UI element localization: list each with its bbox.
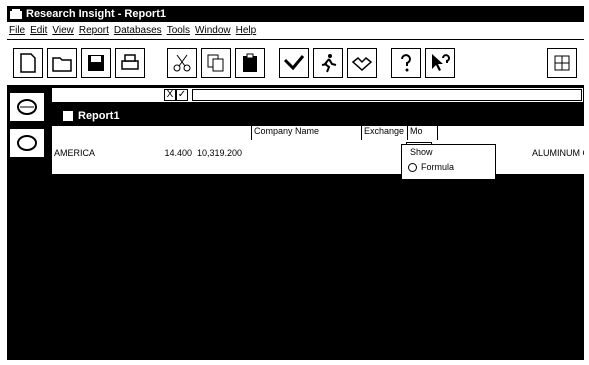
column-header-mo[interactable]: Mo (408, 126, 438, 140)
menu-bar: File Edit View Report Databases Tools Wi… (7, 22, 584, 39)
app-icon (10, 9, 22, 19)
title-bar: Research Insight - Report1 (7, 6, 584, 22)
new-button[interactable] (13, 48, 43, 78)
formula-bar: X ✓ (51, 87, 584, 103)
report-title: Report1 (78, 110, 120, 122)
new-document-icon (20, 53, 36, 73)
copy-button[interactable] (201, 48, 231, 78)
menu-tools[interactable]: Tools (167, 25, 190, 36)
show-options-panel: Show Formula (401, 144, 496, 180)
menu-databases[interactable]: Databases (114, 25, 162, 36)
window-title: Research Insight - Report1 (26, 8, 166, 20)
row-value-cell: 14.400 (164, 148, 192, 158)
checklist-icon (283, 55, 305, 71)
clipboard-icon (243, 53, 257, 72)
help-button[interactable] (391, 48, 421, 78)
formula-radio[interactable] (408, 163, 417, 172)
check-button[interactable] (279, 48, 309, 78)
report-tool-button[interactable] (9, 128, 45, 158)
formula-input[interactable] (192, 89, 582, 101)
print-button[interactable] (115, 48, 145, 78)
formula-cancel-button[interactable]: X (164, 89, 176, 101)
database-tool-button[interactable] (9, 92, 45, 122)
context-help-button[interactable] (425, 48, 455, 78)
menu-view[interactable]: View (52, 25, 74, 36)
menu-window[interactable]: Window (195, 25, 231, 36)
row-name-cell: AMERICA (54, 148, 96, 158)
database-icon (17, 99, 37, 115)
toolbar (7, 39, 584, 86)
paste-button[interactable] (235, 48, 265, 78)
column-header-exchange[interactable]: Exchange (362, 126, 408, 140)
report-grid: Company Name Exchange Mo AMERICA 14.400 … (52, 126, 584, 174)
open-button[interactable] (47, 48, 77, 78)
menu-file[interactable]: File (9, 25, 25, 36)
column-header-blank[interactable] (192, 126, 252, 140)
formula-ok-button[interactable]: ✓ (176, 89, 188, 101)
menu-report[interactable]: Report (79, 25, 109, 36)
menu-help[interactable]: Help (236, 25, 257, 36)
connect-button[interactable] (347, 48, 377, 78)
save-button[interactable] (81, 48, 111, 78)
question-mark-icon (401, 54, 411, 72)
menu-edit[interactable]: Edit (30, 25, 47, 36)
cut-button[interactable] (167, 48, 197, 78)
report-document-icon (63, 111, 73, 121)
column-header-company-name[interactable]: Company Name (252, 126, 362, 140)
copy-icon (207, 54, 224, 72)
pointer-help-icon (432, 54, 450, 71)
row-value-cell: 10,319.200 (197, 148, 243, 158)
report-window: Report1 Company Name Exchange Mo AMERICA… (52, 108, 584, 360)
report-icon (17, 135, 37, 151)
left-toolbox (7, 86, 49, 360)
table-row[interactable]: AMERICA 14.400 10,319.200 ALUMINUM CO (52, 148, 584, 160)
floppy-disk-icon (88, 55, 104, 71)
open-folder-icon (52, 57, 72, 72)
formula-radio-label: Formula (421, 162, 455, 172)
grid-icon (554, 55, 570, 71)
running-man-icon (321, 54, 337, 73)
show-legend: Show (410, 147, 433, 157)
row-company-cell: ALUMINUM CO (532, 148, 584, 158)
application-window: Research Insight - Report1 File Edit Vie… (7, 6, 584, 360)
scissors-icon (173, 54, 191, 72)
printer-icon (121, 54, 139, 70)
run-button[interactable] (313, 48, 343, 78)
handshake-icon (351, 56, 373, 72)
report-title-bar: Report1 (52, 108, 584, 124)
extra-button[interactable] (547, 48, 577, 78)
